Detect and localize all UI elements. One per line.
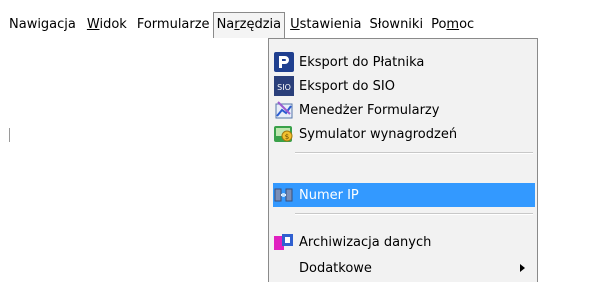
sio-icon: SIO [274, 76, 294, 96]
empty-icon-slot [274, 258, 294, 278]
menu-pomoc-label-rest: oc [459, 17, 475, 32]
menu-item-label: Menedżer Formularzy [299, 102, 440, 118]
menu-widok[interactable]: Widok [84, 13, 130, 37]
menu-ustawienia[interactable]: Ustawienia [287, 13, 364, 37]
menu-formularze-label: Formularze [136, 17, 210, 32]
menu-item-eksport-platnik[interactable]: Eksport do Płatnika [273, 50, 535, 74]
menu-ustawienia-label: stawienia [299, 17, 362, 32]
menu-item-symulator-wynagrodzen[interactable]: $ Symulator wynagrodzeń [273, 122, 535, 146]
menu-bar: Nawigacja Widok Formularze Narzędzia Ust… [0, 12, 611, 38]
menu-widok-label: idok [99, 17, 127, 32]
window-edge-mark [9, 128, 10, 142]
menu-pomoc[interactable]: Pomoc [428, 13, 477, 37]
menu-slowniki[interactable]: Słowniki [367, 13, 427, 37]
svg-text:$: $ [285, 133, 289, 141]
menu-nawigacja[interactable]: Nawigacja [6, 13, 79, 37]
menu-item-menedzer-formularzy[interactable]: Menedżer Formularzy [273, 98, 535, 122]
menu-item-label: Eksport do SIO [299, 78, 395, 94]
menu-nawigacja-label: Nawigacja [9, 17, 76, 32]
menu-pomoc-mnemonic: m [446, 17, 460, 32]
menu-ustawienia-mnemonic: U [290, 17, 300, 32]
network-ip-icon [274, 185, 294, 205]
menu-separator [295, 213, 533, 215]
menu-item-label: Dodatkowe [299, 260, 372, 276]
salary-simulator-icon: $ [274, 124, 294, 144]
archive-icon [274, 232, 294, 252]
menu-item-numer-ip[interactable]: Numer IP [273, 183, 535, 207]
form-manager-icon [274, 100, 294, 120]
menu-formularze[interactable]: Formularze [134, 13, 213, 37]
svg-text:SIO: SIO [277, 83, 291, 92]
menu-pomoc-label-pre: Po [431, 17, 447, 32]
menu-item-label: Symulator wynagrodzeń [299, 126, 458, 142]
menu-narzedzia[interactable]: Narzędzia [212, 12, 286, 38]
menu-separator [295, 152, 533, 154]
menu-slowniki-label: Słowniki [369, 17, 424, 32]
menu-widok-mnemonic: W [86, 17, 100, 32]
menu-narzedzia-label-pre: Na [216, 17, 235, 32]
menu-item-label: Eksport do Płatnika [299, 54, 425, 70]
narzedzia-dropdown-menu: Eksport do Płatnika SIO Eksport do SIO M… [268, 38, 538, 282]
menu-narzedzia-label-rest: zędzia [239, 17, 282, 32]
submenu-arrow-icon [520, 264, 525, 272]
platnik-p-icon [274, 52, 294, 72]
menu-item-eksport-sio[interactable]: SIO Eksport do SIO [273, 74, 535, 98]
menu-item-label: Numer IP [299, 187, 359, 203]
menu-item-label: Archiwizacja danych [299, 234, 432, 250]
menu-item-dodatkowe[interactable]: Dodatkowe [273, 256, 535, 280]
menu-item-archiwizacja-danych[interactable]: Archiwizacja danych [273, 230, 535, 254]
